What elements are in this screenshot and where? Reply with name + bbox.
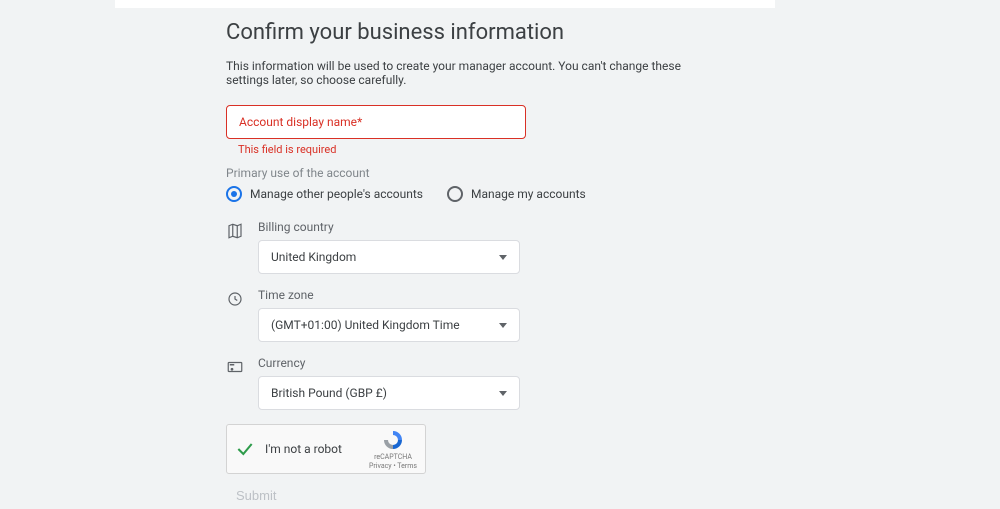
radio-icon (226, 186, 242, 202)
currency-label: Currency (258, 356, 700, 370)
chevron-down-icon (499, 323, 507, 328)
submit-button[interactable]: Submit (236, 482, 276, 509)
select-value: United Kingdom (271, 250, 356, 264)
radio-icon (447, 186, 463, 202)
select-value: British Pound (GBP £) (271, 386, 387, 400)
chevron-down-icon (499, 255, 507, 260)
account-name-input[interactable]: Account display name* (226, 105, 526, 139)
page-title: Confirm your business information (226, 20, 700, 45)
checkmark-icon (235, 439, 255, 459)
top-white-band (115, 0, 775, 8)
radio-manage-mine[interactable]: Manage my accounts (447, 186, 586, 202)
chevron-down-icon (499, 391, 507, 396)
recaptcha-brand: reCAPTCHA Privacy • Terms (369, 428, 417, 470)
payment-icon (226, 358, 244, 376)
timezone-label: Time zone (258, 288, 700, 302)
primary-use-label: Primary use of the account (226, 166, 700, 180)
radio-label: Manage other people's accounts (250, 187, 423, 201)
timezone-select[interactable]: (GMT+01:00) United Kingdom Time (258, 308, 520, 342)
primary-use-radios: Manage other people's accounts Manage my… (226, 186, 700, 202)
page-hint: This information will be used to create … (226, 59, 700, 87)
account-name-error: This field is required (238, 143, 700, 156)
clock-icon (226, 290, 244, 308)
recaptcha-label: I'm not a robot (265, 442, 359, 456)
map-icon (226, 222, 244, 240)
recaptcha-widget[interactable]: I'm not a robot reCAPTCHA Privacy • Term… (226, 424, 426, 474)
billing-country-select[interactable]: United Kingdom (258, 240, 520, 274)
currency-select[interactable]: British Pound (GBP £) (258, 376, 520, 410)
select-value: (GMT+01:00) United Kingdom Time (271, 318, 460, 332)
radio-manage-others[interactable]: Manage other people's accounts (226, 186, 423, 202)
billing-label: Billing country (258, 220, 700, 234)
account-name-placeholder: Account display name* (239, 115, 362, 129)
radio-label: Manage my accounts (471, 187, 586, 201)
business-info-form: Confirm your business information This i… (0, 0, 700, 509)
recaptcha-icon (381, 428, 405, 452)
